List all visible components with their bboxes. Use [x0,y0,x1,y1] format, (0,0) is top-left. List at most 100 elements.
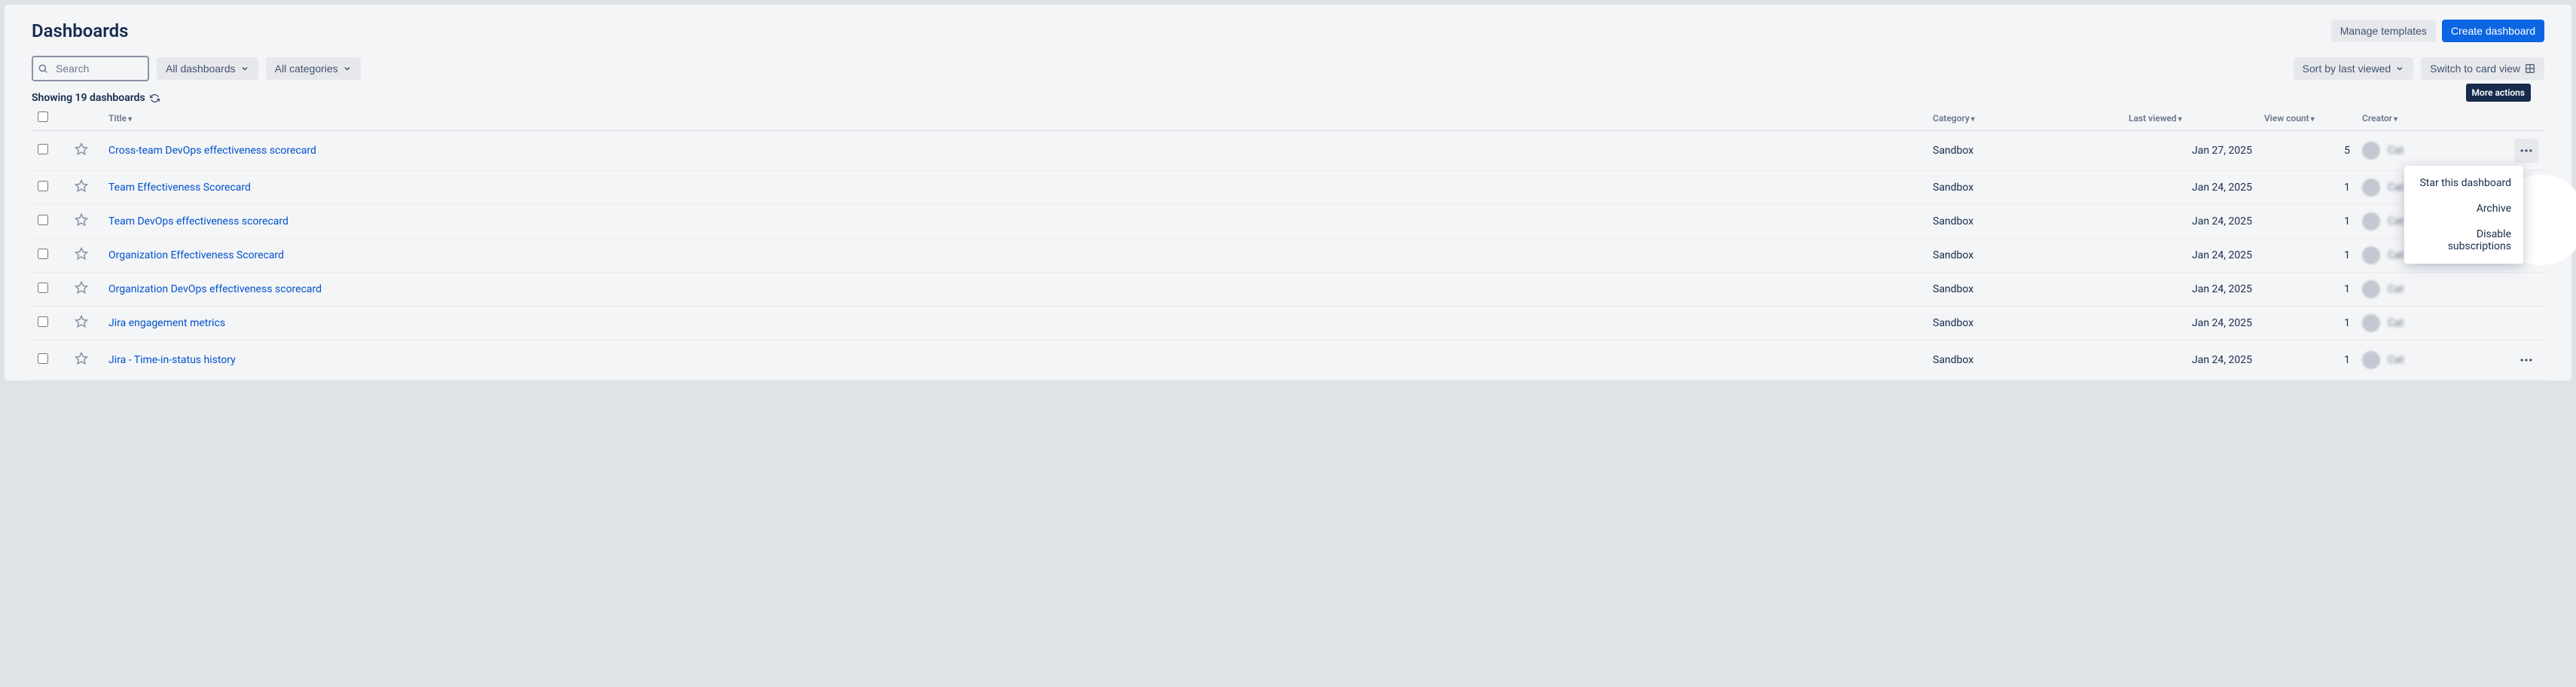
page-title: Dashboards [32,20,129,41]
category-cell: Sandbox [1927,171,2123,205]
column-title[interactable]: Title▾ [102,107,1927,131]
column-category[interactable]: Category▾ [1927,107,2123,131]
creator-cell: Cat [2362,351,2493,369]
dashboard-title-link[interactable]: Cross-team DevOps effectiveness scorecar… [108,145,316,157]
row-actions-menu: Star this dashboardArchiveDisable subscr… [2404,166,2523,264]
search-box [32,56,149,81]
column-last-viewed[interactable]: Last viewed▾ [2123,107,2258,131]
dashboards-table: Title▾ Category▾ Last viewed▾ View count… [32,107,2544,380]
creator-name: Cat [2388,354,2404,366]
all-categories-filter[interactable]: All categories [266,57,361,80]
menu-item-star[interactable]: Star this dashboard [2404,170,2523,196]
table-row: Team Effectiveness Scorecard SandboxJan 2… [32,171,2544,205]
dashboard-title-link[interactable]: Organization Effectiveness Scorecard [108,249,284,261]
toolbar-right: Sort by last viewed Switch to card view [2294,57,2544,80]
dashboard-title-link[interactable]: Jira - Time-in-status history [108,354,236,366]
row-select-checkbox[interactable] [38,316,48,327]
row-select-checkbox[interactable] [38,282,48,293]
table-row: Team DevOps effectiveness scorecard Sandb… [32,205,2544,239]
category-cell: Sandbox [1927,239,2123,273]
category-cell: Sandbox [1927,205,2123,239]
sort-dropdown[interactable]: Sort by last viewed [2294,57,2414,80]
view-count-cell: 1 [2258,171,2356,205]
menu-item-disable-subscriptions[interactable]: Disable subscriptions [2404,221,2523,259]
switch-view-button[interactable]: Switch to card view [2421,57,2544,80]
view-count-cell: 1 [2258,307,2356,340]
page-header: Dashboards Manage templates Create dashb… [32,20,2544,42]
sort-label: Sort by last viewed [2303,63,2391,75]
table-header: Title▾ Category▾ Last viewed▾ View count… [32,107,2544,131]
dashboard-title-link[interactable]: Organization DevOps effectiveness scorec… [108,283,322,295]
all-dashboards-filter[interactable]: All dashboards [157,57,258,80]
category-cell: Sandbox [1927,340,2123,380]
star-icon[interactable] [75,356,88,368]
star-icon[interactable] [75,252,88,264]
manage-templates-button[interactable]: Manage templates [2331,20,2436,42]
menu-item-archive[interactable]: Archive [2404,196,2523,221]
sort-icon: ▾ [1971,115,1975,124]
table-row: Organization DevOps effectiveness scorec… [32,273,2544,307]
avatar [2362,280,2380,298]
last-viewed-cell: Jan 24, 2025 [2123,273,2258,307]
avatar [2362,351,2380,369]
sort-icon: ▾ [2178,115,2182,124]
select-all-checkbox[interactable] [38,111,48,122]
chevron-down-icon [240,64,249,73]
column-creator[interactable]: Creator▾ [2356,107,2499,131]
all-dashboards-label: All dashboards [166,63,236,75]
sort-icon: ▾ [2311,115,2315,124]
creator-name: Cat [2388,249,2404,261]
creator-cell: Cat [2362,280,2493,298]
creator-name: Cat [2388,182,2404,194]
toolbar-left: All dashboards All categories [32,56,361,81]
last-viewed-cell: Jan 24, 2025 [2123,340,2258,380]
column-view-count[interactable]: View count▾ [2258,107,2356,131]
create-dashboard-button[interactable]: Create dashboard [2442,20,2544,42]
last-viewed-cell: Jan 24, 2025 [2123,307,2258,340]
dashboard-title-link[interactable]: Team Effectiveness Scorecard [108,182,251,194]
star-icon[interactable] [75,218,88,230]
creator-name: Cat [2388,317,2404,329]
switch-view-label: Switch to card view [2430,63,2520,75]
view-count-cell: 5 [2258,131,2356,171]
creator-cell: Cat [2362,314,2493,332]
sort-icon: ▾ [2394,115,2397,124]
avatar [2362,314,2380,332]
row-select-checkbox[interactable] [38,181,48,191]
refresh-icon[interactable] [150,93,160,103]
search-input[interactable] [32,56,149,81]
chevron-down-icon [2395,64,2404,73]
star-icon[interactable] [75,285,88,298]
row-select-checkbox[interactable] [38,353,48,364]
search-icon [38,63,48,74]
category-cell: Sandbox [1927,307,2123,340]
table-row: Cross-team DevOps effectiveness scorecar… [32,131,2544,171]
dashboard-title-link[interactable]: Jira engagement metrics [108,317,225,329]
view-count-cell: 1 [2258,239,2356,273]
view-count-cell: 1 [2258,340,2356,380]
dashboards-page: Dashboards Manage templates Create dashb… [5,5,2571,380]
table-row: Jira engagement metrics SandboxJan 24, 20… [32,307,2544,340]
category-cell: Sandbox [1927,273,2123,307]
star-icon[interactable] [75,319,88,331]
creator-cell: Cat [2362,142,2493,160]
more-actions-button[interactable] [2514,139,2538,163]
star-icon[interactable] [75,147,88,159]
table-body: Cross-team DevOps effectiveness scorecar… [32,131,2544,380]
row-select-checkbox[interactable] [38,249,48,259]
dashboard-title-link[interactable]: Team DevOps effectiveness scorecard [108,215,288,227]
avatar [2362,246,2380,264]
star-icon[interactable] [75,184,88,196]
showing-text: Showing 19 dashboards [32,92,145,104]
category-cell: Sandbox [1927,131,2123,171]
avatar [2362,212,2380,231]
more-actions-tooltip: More actions [2466,84,2531,102]
avatar [2362,179,2380,197]
table-row: Jira - Time-in-status history SandboxJan … [32,340,2544,380]
last-viewed-cell: Jan 24, 2025 [2123,171,2258,205]
row-select-checkbox[interactable] [38,215,48,225]
last-viewed-cell: Jan 27, 2025 [2123,131,2258,171]
row-select-checkbox[interactable] [38,144,48,154]
last-viewed-cell: Jan 24, 2025 [2123,239,2258,273]
more-actions-button[interactable] [2514,348,2538,372]
